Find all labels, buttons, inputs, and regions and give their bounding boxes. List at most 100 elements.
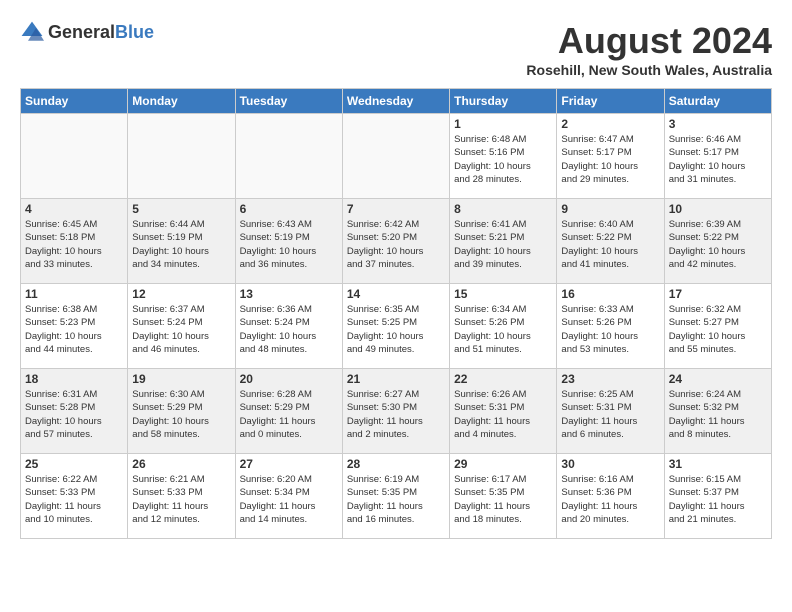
calendar-cell: 13 Sunrise: 6:36 AM Sunset: 5:24 PM Dayli… (235, 284, 342, 369)
header: GeneralBlue August 2024 Rosehill, New So… (20, 20, 772, 78)
day-number: 9 (561, 202, 659, 216)
day-info: Sunrise: 6:40 AM Sunset: 5:22 PM Dayligh… (561, 218, 659, 271)
day-number: 27 (240, 457, 338, 471)
calendar-cell: 3 Sunrise: 6:46 AM Sunset: 5:17 PM Daylig… (664, 114, 771, 199)
calendar-cell (235, 114, 342, 199)
calendar-cell: 17 Sunrise: 6:32 AM Sunset: 5:27 PM Dayli… (664, 284, 771, 369)
logo-icon (20, 20, 44, 44)
weekday-header-row: SundayMondayTuesdayWednesdayThursdayFrid… (21, 89, 772, 114)
calendar-cell: 4 Sunrise: 6:45 AM Sunset: 5:18 PM Daylig… (21, 199, 128, 284)
day-info: Sunrise: 6:34 AM Sunset: 5:26 PM Dayligh… (454, 303, 552, 356)
day-info: Sunrise: 6:22 AM Sunset: 5:33 PM Dayligh… (25, 473, 123, 526)
calendar-cell: 11Sunrise: 6:38 AM Sunset: 5:23 PM Dayli… (21, 284, 128, 369)
day-number: 25 (25, 457, 123, 471)
day-number: 29 (454, 457, 552, 471)
day-info: Sunrise: 6:35 AM Sunset: 5:25 PM Dayligh… (347, 303, 445, 356)
calendar-cell: 2 Sunrise: 6:47 AM Sunset: 5:17 PM Daylig… (557, 114, 664, 199)
day-number: 22 (454, 372, 552, 386)
day-number: 13 (240, 287, 338, 301)
calendar-table: SundayMondayTuesdayWednesdayThursdayFrid… (20, 88, 772, 539)
calendar-cell: 26 Sunrise: 6:21 AM Sunset: 5:33 PM Dayli… (128, 454, 235, 539)
day-info: Sunrise: 6:21 AM Sunset: 5:33 PM Dayligh… (132, 473, 230, 526)
day-number: 20 (240, 372, 338, 386)
week-row-2: 4 Sunrise: 6:45 AM Sunset: 5:18 PM Daylig… (21, 199, 772, 284)
calendar-cell (21, 114, 128, 199)
weekday-header-saturday: Saturday (664, 89, 771, 114)
day-number: 4 (25, 202, 123, 216)
weekday-header-thursday: Thursday (450, 89, 557, 114)
day-info: Sunrise: 6:33 AM Sunset: 5:26 PM Dayligh… (561, 303, 659, 356)
calendar-cell: 16Sunrise: 6:33 AM Sunset: 5:26 PM Dayli… (557, 284, 664, 369)
day-number: 18 (25, 372, 123, 386)
weekday-header-wednesday: Wednesday (342, 89, 449, 114)
calendar-cell (128, 114, 235, 199)
day-number: 17 (669, 287, 767, 301)
day-info: Sunrise: 6:44 AM Sunset: 5:19 PM Dayligh… (132, 218, 230, 271)
day-number: 30 (561, 457, 659, 471)
logo-blue-text: Blue (115, 22, 154, 42)
day-info: Sunrise: 6:48 AM Sunset: 5:16 PM Dayligh… (454, 133, 552, 186)
day-info: Sunrise: 6:26 AM Sunset: 5:31 PM Dayligh… (454, 388, 552, 441)
calendar-cell: 29 Sunrise: 6:17 AM Sunset: 5:35 PM Dayli… (450, 454, 557, 539)
calendar-cell: 5 Sunrise: 6:44 AM Sunset: 5:19 PM Daylig… (128, 199, 235, 284)
day-info: Sunrise: 6:28 AM Sunset: 5:29 PM Dayligh… (240, 388, 338, 441)
day-number: 23 (561, 372, 659, 386)
day-number: 7 (347, 202, 445, 216)
calendar-cell: 1Sunrise: 6:48 AM Sunset: 5:16 PM Daylig… (450, 114, 557, 199)
day-number: 3 (669, 117, 767, 131)
calendar-cell: 10 Sunrise: 6:39 AM Sunset: 5:22 PM Dayli… (664, 199, 771, 284)
location-subtitle: Rosehill, New South Wales, Australia (526, 62, 772, 78)
day-info: Sunrise: 6:27 AM Sunset: 5:30 PM Dayligh… (347, 388, 445, 441)
week-row-1: 1Sunrise: 6:48 AM Sunset: 5:16 PM Daylig… (21, 114, 772, 199)
logo: GeneralBlue (20, 20, 154, 44)
day-number: 31 (669, 457, 767, 471)
day-info: Sunrise: 6:47 AM Sunset: 5:17 PM Dayligh… (561, 133, 659, 186)
calendar-cell: 23 Sunrise: 6:25 AM Sunset: 5:31 PM Dayli… (557, 369, 664, 454)
calendar-cell: 9 Sunrise: 6:40 AM Sunset: 5:22 PM Daylig… (557, 199, 664, 284)
day-info: Sunrise: 6:32 AM Sunset: 5:27 PM Dayligh… (669, 303, 767, 356)
day-info: Sunrise: 6:36 AM Sunset: 5:24 PM Dayligh… (240, 303, 338, 356)
day-number: 28 (347, 457, 445, 471)
day-number: 11 (25, 287, 123, 301)
day-number: 2 (561, 117, 659, 131)
day-number: 26 (132, 457, 230, 471)
day-info: Sunrise: 6:25 AM Sunset: 5:31 PM Dayligh… (561, 388, 659, 441)
day-number: 6 (240, 202, 338, 216)
calendar-cell: 6 Sunrise: 6:43 AM Sunset: 5:19 PM Daylig… (235, 199, 342, 284)
calendar-cell: 20 Sunrise: 6:28 AM Sunset: 5:29 PM Dayli… (235, 369, 342, 454)
day-info: Sunrise: 6:17 AM Sunset: 5:35 PM Dayligh… (454, 473, 552, 526)
day-info: Sunrise: 6:19 AM Sunset: 5:35 PM Dayligh… (347, 473, 445, 526)
day-number: 24 (669, 372, 767, 386)
weekday-header-sunday: Sunday (21, 89, 128, 114)
calendar-cell (342, 114, 449, 199)
calendar-cell: 19Sunrise: 6:30 AM Sunset: 5:29 PM Dayli… (128, 369, 235, 454)
calendar-cell: 18 Sunrise: 6:31 AM Sunset: 5:28 PM Dayli… (21, 369, 128, 454)
day-number: 12 (132, 287, 230, 301)
calendar-cell: 12 Sunrise: 6:37 AM Sunset: 5:24 PM Dayli… (128, 284, 235, 369)
day-number: 21 (347, 372, 445, 386)
day-number: 15 (454, 287, 552, 301)
month-year-title: August 2024 (526, 20, 772, 62)
calendar-cell: 30Sunrise: 6:16 AM Sunset: 5:36 PM Dayli… (557, 454, 664, 539)
day-info: Sunrise: 6:37 AM Sunset: 5:24 PM Dayligh… (132, 303, 230, 356)
day-info: Sunrise: 6:24 AM Sunset: 5:32 PM Dayligh… (669, 388, 767, 441)
day-info: Sunrise: 6:15 AM Sunset: 5:37 PM Dayligh… (669, 473, 767, 526)
calendar-cell: 24 Sunrise: 6:24 AM Sunset: 5:32 PM Dayli… (664, 369, 771, 454)
day-number: 5 (132, 202, 230, 216)
calendar-cell: 28 Sunrise: 6:19 AM Sunset: 5:35 PM Dayli… (342, 454, 449, 539)
day-info: Sunrise: 6:31 AM Sunset: 5:28 PM Dayligh… (25, 388, 123, 441)
day-info: Sunrise: 6:46 AM Sunset: 5:17 PM Dayligh… (669, 133, 767, 186)
day-number: 14 (347, 287, 445, 301)
calendar-cell: 15 Sunrise: 6:34 AM Sunset: 5:26 PM Dayli… (450, 284, 557, 369)
day-number: 19 (132, 372, 230, 386)
day-info: Sunrise: 6:43 AM Sunset: 5:19 PM Dayligh… (240, 218, 338, 271)
day-info: Sunrise: 6:45 AM Sunset: 5:18 PM Dayligh… (25, 218, 123, 271)
weekday-header-monday: Monday (128, 89, 235, 114)
weekday-header-friday: Friday (557, 89, 664, 114)
day-info: Sunrise: 6:41 AM Sunset: 5:21 PM Dayligh… (454, 218, 552, 271)
logo-general-text: General (48, 22, 115, 42)
title-area: August 2024 Rosehill, New South Wales, A… (526, 20, 772, 78)
week-row-4: 18 Sunrise: 6:31 AM Sunset: 5:28 PM Dayli… (21, 369, 772, 454)
day-number: 10 (669, 202, 767, 216)
day-info: Sunrise: 6:39 AM Sunset: 5:22 PM Dayligh… (669, 218, 767, 271)
